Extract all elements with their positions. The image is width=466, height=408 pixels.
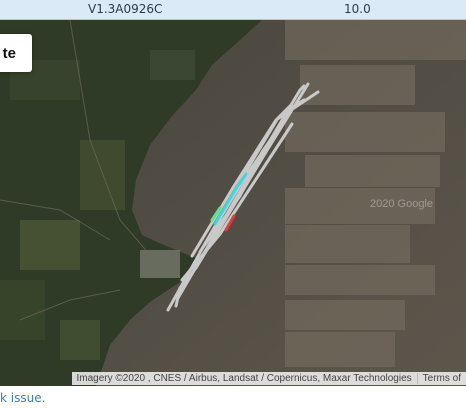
version-label: V1.3A0926C [88,2,163,16]
satellite-map[interactable]: 2020 Google [0,20,466,386]
map-label-button[interactable]: te [0,34,32,72]
map-label-text: te [2,44,16,62]
value-label: 10.0 [344,2,371,16]
map-watermark: 2020 Google [370,198,433,210]
terms-link[interactable]: Terms of [418,373,466,384]
attribution-text: Imagery ©2020 , CNES / Airbus, Landsat /… [76,373,412,384]
report-issue-link[interactable]: k issue. [0,391,45,405]
map-imagery: 2020 Google [0,20,466,386]
top-info-bar: V1.3A0926C 10.0 [0,0,466,20]
map-attribution-bar: Imagery ©2020 , CNES / Airbus, Landsat /… [71,372,466,385]
